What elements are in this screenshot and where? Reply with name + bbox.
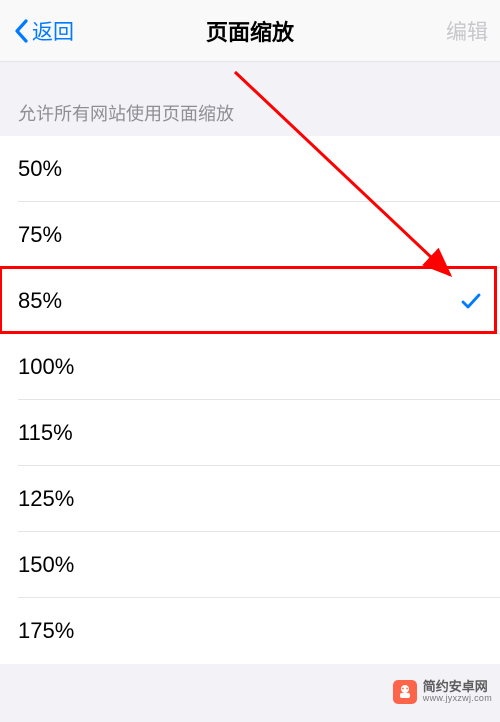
zoom-option-row[interactable]: 115% xyxy=(0,400,500,466)
back-button[interactable]: 返回 xyxy=(12,16,74,46)
watermark: 简约安卓网 www.jyxzwj.com xyxy=(393,680,492,704)
zoom-option-row[interactable]: 50% xyxy=(0,136,500,202)
zoom-option-label: 115% xyxy=(18,420,73,446)
edit-button[interactable]: 编辑 xyxy=(446,16,488,46)
page-title: 页面缩放 xyxy=(206,15,294,47)
zoom-option-label: 125% xyxy=(18,486,74,512)
zoom-option-row[interactable]: 175% xyxy=(0,598,500,664)
section-header: 允许所有网站使用页面缩放 xyxy=(0,62,500,136)
zoom-option-row[interactable]: 85% xyxy=(0,268,500,334)
watermark-logo-icon xyxy=(393,680,417,704)
zoom-option-label: 50% xyxy=(18,156,62,182)
checkmark-icon xyxy=(460,290,482,312)
zoom-option-row[interactable]: 100% xyxy=(0,334,500,400)
zoom-option-row[interactable]: 125% xyxy=(0,466,500,532)
zoom-option-label: 100% xyxy=(18,354,74,380)
zoom-option-list: 50% 75% 85% 100% 115% 125% 150% 175% xyxy=(0,136,500,664)
watermark-name: 简约安卓网 xyxy=(423,680,492,694)
chevron-left-icon xyxy=(12,17,30,45)
zoom-option-row[interactable]: 75% xyxy=(0,202,500,268)
zoom-option-row[interactable]: 150% xyxy=(0,532,500,598)
zoom-option-label: 150% xyxy=(18,552,74,578)
header-bar: 返回 页面缩放 编辑 xyxy=(0,0,500,62)
zoom-option-label: 175% xyxy=(18,618,74,644)
zoom-option-label: 75% xyxy=(18,222,62,248)
watermark-url: www.jyxzwj.com xyxy=(423,694,492,704)
back-label: 返回 xyxy=(32,16,74,46)
zoom-option-label: 85% xyxy=(18,288,62,314)
